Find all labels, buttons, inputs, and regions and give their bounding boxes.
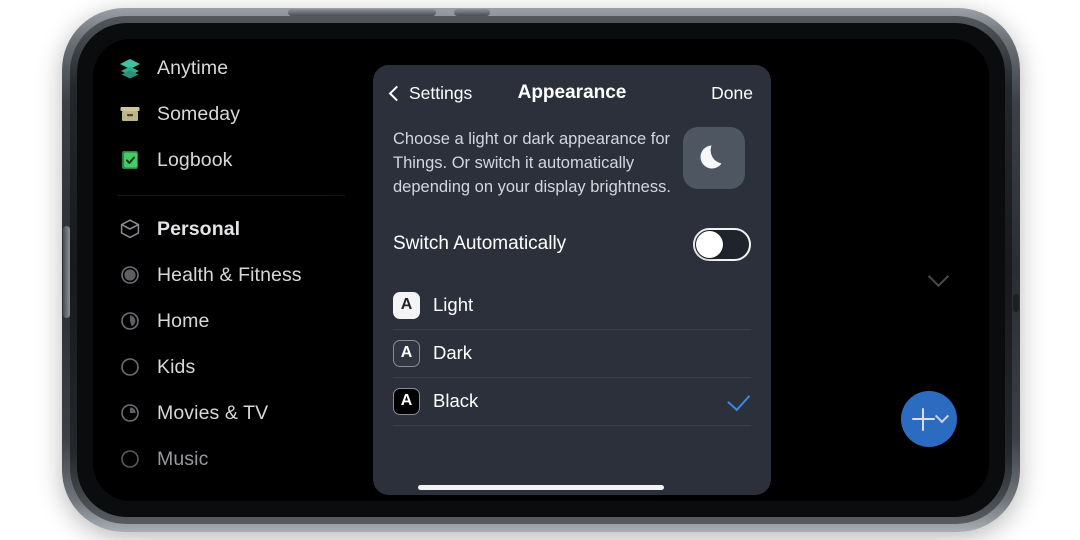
chevron-down-icon: [934, 409, 949, 424]
silent-switch[interactable]: [1013, 294, 1019, 312]
project-progress-icon: [117, 354, 143, 380]
sidebar: Anytime Someday Logbook Personal Health …: [93, 39, 355, 501]
appearance-options-list: A Light A Dark A Black: [373, 281, 771, 426]
sidebar-item-someday[interactable]: Someday: [93, 91, 355, 137]
screenshot-stage: Anytime Someday Logbook Personal Health …: [0, 0, 1080, 540]
add-new-todo-button[interactable]: [901, 391, 957, 447]
home-indicator[interactable]: [418, 485, 664, 490]
phone-bezel: Anytime Someday Logbook Personal Health …: [70, 16, 1012, 524]
sidebar-item-health-and-fitness[interactable]: Health & Fitness: [93, 252, 355, 298]
appearance-badge-dark-icon: A: [393, 339, 420, 367]
done-button[interactable]: Done: [711, 83, 753, 104]
sidebar-item-music[interactable]: Music: [93, 436, 355, 482]
appearance-option-black[interactable]: A Black: [393, 377, 771, 425]
checkmark-icon: [727, 387, 751, 411]
phone-device-frame: Anytime Someday Logbook Personal Health …: [62, 8, 1020, 532]
volume-down-button[interactable]: [454, 9, 490, 16]
sidebar-item-label: Home: [157, 309, 210, 332]
chevron-left-icon: [388, 85, 405, 101]
chevron-down-icon: [927, 265, 949, 288]
phone-inner-bezel: Anytime Someday Logbook Personal Health …: [77, 23, 1005, 517]
project-progress-icon: [117, 400, 143, 426]
sidebar-item-label: Movies & TV: [157, 401, 269, 424]
back-to-settings-button[interactable]: Settings: [388, 82, 473, 104]
moon-crescent-icon: [683, 127, 745, 189]
project-progress-icon: [117, 446, 143, 472]
sidebar-item-personal[interactable]: Personal: [93, 206, 355, 252]
sheet-navigation-bar: Settings Appearance Done: [373, 65, 771, 121]
sidebar-item-label: Anytime: [157, 56, 229, 79]
sidebar-item-label: Music: [157, 447, 209, 470]
sidebar-divider: [117, 195, 345, 196]
sidebar-item-label: Someday: [157, 102, 241, 125]
toggle-knob: [696, 230, 723, 258]
switch-automatically-row[interactable]: Switch Automatically: [373, 207, 771, 281]
sidebar-item-home[interactable]: Home: [93, 298, 355, 344]
appearance-badge-black-icon: A: [393, 387, 420, 415]
sidebar-item-label: Personal: [157, 217, 241, 240]
plus-icon: [911, 407, 935, 431]
logbook-check-icon: [117, 147, 143, 173]
area-cube-icon: [117, 216, 143, 242]
sidebar-item-logbook[interactable]: Logbook: [93, 137, 355, 183]
layers-icon: [117, 55, 143, 81]
project-progress-icon: [117, 308, 143, 334]
sidebar-item-anytime[interactable]: Anytime: [93, 45, 355, 91]
sidebar-item-kids[interactable]: Kids: [93, 344, 355, 390]
description-block: Choose a light or dark appearance for Th…: [373, 121, 771, 199]
sidebar-item-label: Kids: [157, 355, 196, 378]
list-bottom-divider: [393, 425, 751, 426]
appearance-badge-light-icon: A: [393, 291, 420, 319]
option-label: Black: [433, 390, 479, 411]
project-progress-icon: [117, 262, 143, 288]
collapse-chevron-button[interactable]: [925, 265, 951, 293]
switch-automatically-toggle[interactable]: [693, 227, 751, 261]
phone-screen: Anytime Someday Logbook Personal Health …: [93, 39, 989, 501]
option-label: Light: [433, 294, 474, 315]
things-app: Anytime Someday Logbook Personal Health …: [93, 39, 989, 501]
volume-up-button[interactable]: [288, 9, 436, 16]
sidebar-item-label: Logbook: [157, 148, 233, 171]
appearance-option-light[interactable]: A Light: [393, 281, 771, 329]
back-label: Settings: [409, 82, 473, 103]
side-power-button[interactable]: [63, 226, 70, 318]
appearance-settings-sheet: Settings Appearance Done Choose a light …: [373, 65, 771, 495]
box-icon: [117, 101, 143, 127]
switch-automatically-label: Switch Automatically: [393, 233, 567, 254]
sidebar-item-label: Health & Fitness: [157, 263, 302, 286]
sidebar-item-movies-and-tv[interactable]: Movies & TV: [93, 390, 355, 436]
description-text: Choose a light or dark appearance for Th…: [393, 130, 671, 196]
option-label: Dark: [433, 342, 473, 363]
appearance-option-dark[interactable]: A Dark: [393, 329, 771, 377]
